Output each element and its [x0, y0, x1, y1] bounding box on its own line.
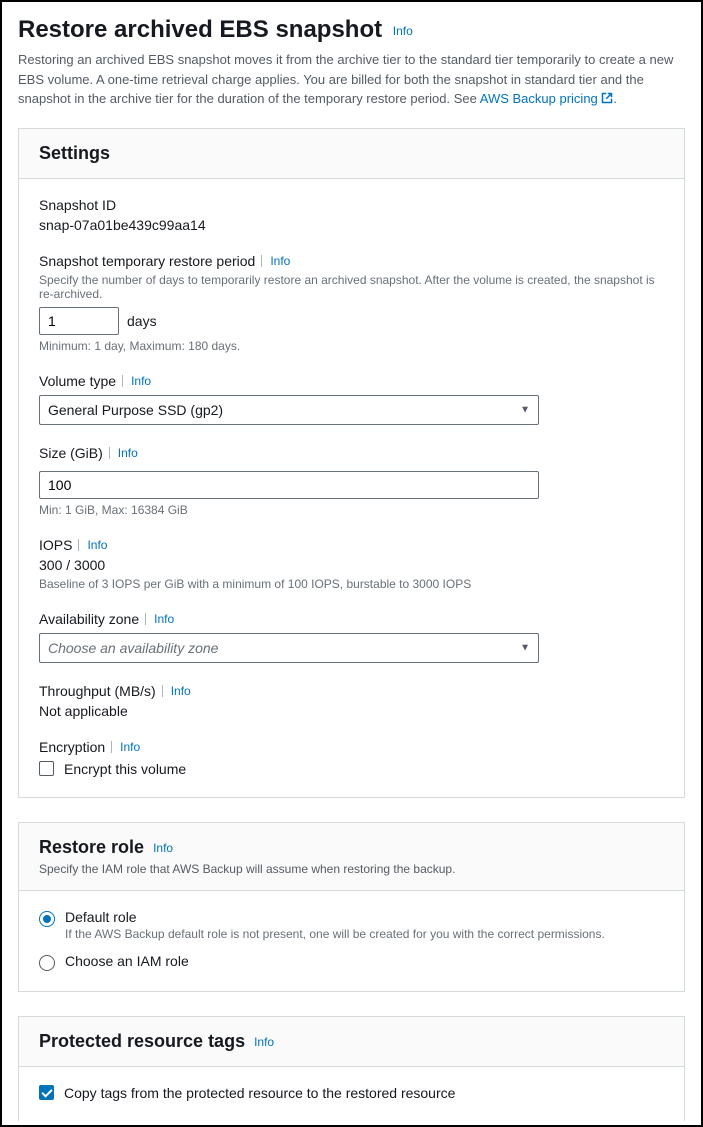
external-link-icon [601, 90, 613, 110]
encryption-info-link[interactable]: Info [111, 741, 140, 753]
chevron-down-icon: ▼ [520, 642, 530, 653]
volume-type-selected: General Purpose SSD (gp2) [48, 402, 223, 418]
restore-period-unit: days [127, 313, 157, 329]
volume-type-group: Volume type Info General Purpose SSD (gp… [39, 373, 664, 425]
page-title-text: Restore archived EBS snapshot [18, 16, 382, 43]
size-hint: Min: 1 GiB, Max: 16384 GiB [39, 503, 664, 517]
settings-panel: Settings Snapshot ID snap-07a01be439c99a… [18, 128, 685, 798]
volume-type-select[interactable]: General Purpose SSD (gp2) ▼ [39, 395, 539, 425]
iops-info-link[interactable]: Info [78, 539, 107, 551]
restore-period-label: Snapshot temporary restore period Info [39, 253, 664, 269]
throughput-value: Not applicable [39, 703, 664, 719]
page-info-link[interactable]: Info [393, 24, 413, 38]
copy-tags-checkbox[interactable] [39, 1085, 54, 1100]
settings-panel-header: Settings [19, 129, 684, 179]
choose-role-option[interactable]: Choose an IAM role [39, 953, 664, 971]
restore-role-panel: Restore role Info Specify the IAM role t… [18, 822, 685, 992]
iops-group: IOPS Info 300 / 3000 Baseline of 3 IOPS … [39, 537, 664, 591]
resource-tags-info-link[interactable]: Info [254, 1035, 274, 1049]
az-label: Availability zone Info [39, 611, 664, 627]
iops-hint: Baseline of 3 IOPS per GiB with a minimu… [39, 577, 664, 591]
throughput-label: Throughput (MB/s) Info [39, 683, 664, 699]
snapshot-id-group: Snapshot ID snap-07a01be439c99aa14 [39, 197, 664, 233]
snapshot-id-label: Snapshot ID [39, 197, 664, 213]
size-label: Size (GiB) Info [39, 445, 664, 461]
resource-tags-panel-title: Protected resource tags Info [39, 1031, 274, 1051]
iops-value: 300 / 3000 [39, 557, 664, 573]
default-role-desc: If the AWS Backup default role is not pr… [65, 927, 605, 941]
size-group: Size (GiB) Info Min: 1 GiB, Max: 16384 G… [39, 445, 664, 517]
pricing-link[interactable]: AWS Backup pricing [480, 91, 614, 106]
throughput-info-link[interactable]: Info [162, 685, 191, 697]
resource-tags-panel: Protected resource tags Info Copy tags f… [18, 1016, 685, 1121]
encryption-group: Encryption Info Encrypt this volume [39, 739, 664, 777]
page-title: Restore archived EBS snapshot Info [18, 16, 685, 44]
volume-type-label: Volume type Info [39, 373, 664, 389]
restore-role-panel-body: Default role If the AWS Backup default r… [19, 891, 684, 991]
chevron-down-icon: ▼ [520, 404, 530, 415]
restore-period-group: Snapshot temporary restore period Info S… [39, 253, 664, 353]
encrypt-volume-label: Encrypt this volume [64, 761, 186, 777]
restore-period-info-link[interactable]: Info [261, 255, 290, 267]
az-info-link[interactable]: Info [145, 613, 174, 625]
snapshot-id-value: snap-07a01be439c99aa14 [39, 217, 664, 233]
restore-role-panel-header: Restore role Info Specify the IAM role t… [19, 823, 684, 891]
copy-tags-label: Copy tags from the protected resource to… [64, 1085, 455, 1101]
page-intro: Restoring an archived EBS snapshot moves… [18, 50, 685, 110]
az-group: Availability zone Info Choose an availab… [39, 611, 664, 663]
restore-role-panel-title: Restore role Info [39, 837, 173, 857]
default-role-option[interactable]: Default role If the AWS Backup default r… [39, 909, 664, 941]
restore-role-desc: Specify the IAM role that AWS Backup wil… [39, 862, 664, 876]
default-role-radio[interactable] [39, 911, 55, 927]
choose-role-radio[interactable] [39, 955, 55, 971]
choose-role-label: Choose an IAM role [65, 953, 189, 969]
resource-tags-panel-header: Protected resource tags Info [19, 1017, 684, 1067]
az-placeholder: Choose an availability zone [48, 640, 218, 656]
volume-type-info-link[interactable]: Info [122, 375, 151, 387]
settings-panel-title: Settings [39, 143, 110, 163]
restore-period-input[interactable] [39, 307, 119, 335]
restore-period-desc: Specify the number of days to temporaril… [39, 273, 664, 301]
settings-panel-body: Snapshot ID snap-07a01be439c99aa14 Snaps… [19, 179, 684, 797]
throughput-group: Throughput (MB/s) Info Not applicable [39, 683, 664, 719]
encryption-label: Encryption Info [39, 739, 664, 755]
default-role-label: Default role [65, 909, 605, 925]
restore-role-info-link[interactable]: Info [153, 841, 173, 855]
size-info-link[interactable]: Info [109, 447, 138, 459]
az-select[interactable]: Choose an availability zone ▼ [39, 633, 539, 663]
resource-tags-panel-body: Copy tags from the protected resource to… [19, 1067, 684, 1121]
iops-label: IOPS Info [39, 537, 664, 553]
size-input[interactable] [39, 471, 539, 499]
encrypt-volume-checkbox[interactable] [39, 761, 54, 776]
restore-period-hint: Minimum: 1 day, Maximum: 180 days. [39, 339, 664, 353]
